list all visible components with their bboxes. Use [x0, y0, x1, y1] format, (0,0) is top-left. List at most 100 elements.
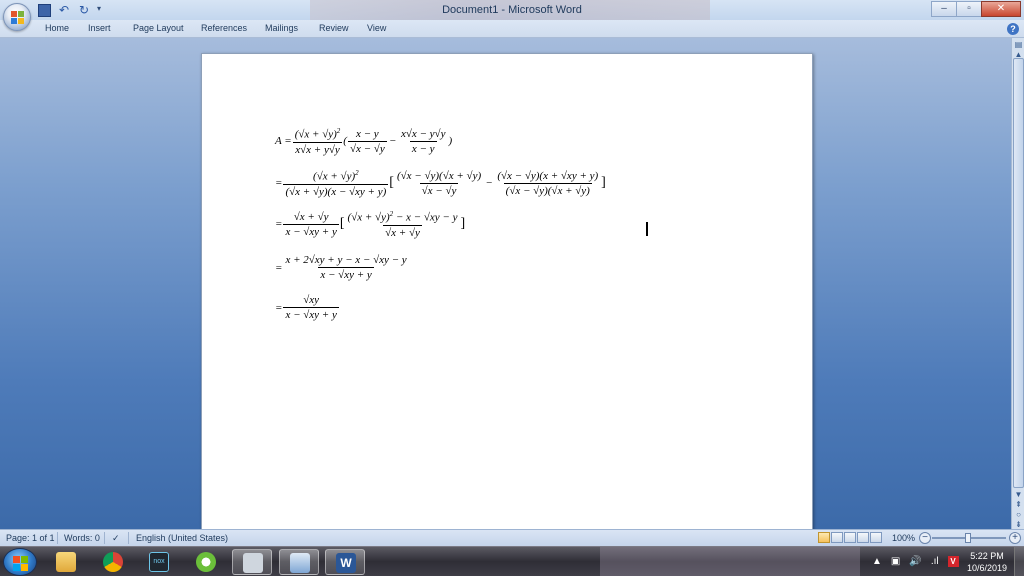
network-signal-icon[interactable]: .ıl [931, 556, 939, 567]
equals-sign: = [275, 301, 283, 314]
bracket-close: ] [460, 216, 466, 232]
zoom-slider-thumb[interactable] [965, 533, 971, 543]
mathtype-icon [243, 553, 263, 573]
taskbar-nox[interactable]: nox [139, 549, 179, 575]
tab-page-layout[interactable]: Page Layout [133, 23, 184, 33]
exponent: 2 [355, 169, 359, 177]
taskbar-background [600, 547, 860, 576]
taskbar-app-green[interactable] [186, 549, 226, 575]
document-workspace: A = (√x + √y)2 x√x + y√y ( x − y √x − √y… [0, 38, 1011, 529]
help-icon[interactable]: ? [1007, 23, 1019, 35]
system-clock[interactable]: 5:22 PM 10/6/2019 [962, 550, 1012, 574]
page-count[interactable]: Page: 1 of 1 [6, 533, 55, 543]
system-tray: ▲ ▣ 🔊 .ıl V [872, 556, 959, 567]
equation-line-1: A = (√x + √y)2 x√x + y√y ( x − y √x − √y… [275, 127, 452, 156]
proofing-icon[interactable]: ✓ [112, 533, 120, 544]
undo-icon[interactable]: ↶ [57, 3, 71, 17]
maximize-button[interactable]: ▫ [956, 1, 982, 17]
denominator: (√x − √y)(√x + √y) [503, 182, 592, 197]
paren-close: ) [448, 135, 453, 148]
numerator: x − y [356, 127, 379, 140]
tab-references[interactable]: References [201, 23, 247, 33]
tab-insert[interactable]: Insert [88, 23, 111, 33]
zoom-level[interactable]: 100% [892, 533, 915, 543]
minus-sign: − [486, 177, 493, 190]
divider [104, 532, 105, 544]
equals-sign: = [275, 261, 283, 274]
zoom-out-button[interactable]: − [919, 532, 931, 544]
taskbar-mathtype[interactable] [232, 549, 272, 575]
browse-object-icon[interactable]: ○ [1013, 510, 1024, 520]
minus-sign: − [389, 135, 396, 148]
denominator: x − √xy + y [318, 267, 374, 281]
ribbon-tabs: Home Insert Page Layout References Maili… [0, 20, 1024, 38]
fraction: √x + √y x − √xy + y [283, 211, 339, 238]
tab-home[interactable]: Home [45, 23, 69, 33]
denominator: x√x + y√y [293, 141, 342, 156]
previous-page-icon[interactable]: ⇞ [1013, 500, 1024, 510]
numerator-tail: − x − √xy − y [393, 211, 458, 224]
taskbar-word[interactable]: W [325, 549, 365, 575]
taskbar-window-switcher[interactable] [279, 549, 319, 575]
fraction: (√x + √y)2 (√x + √y)(x − √xy + y) [283, 169, 389, 198]
vertical-scrollbar[interactable]: ▤ ▲ ▼ ⇞ ○ ⇟ [1011, 38, 1024, 529]
taskbar: nox W ▲ ▣ 🔊 .ıl V 5:22 PM 10/6/2019 [0, 546, 1024, 576]
outline-view-icon[interactable] [857, 532, 869, 543]
denominator: √x − √y [347, 140, 387, 155]
taskbar-chrome[interactable] [93, 549, 133, 575]
fraction: x − y √x − √y [347, 127, 387, 155]
word-icon: W [336, 553, 356, 573]
paren-open: ( [343, 135, 347, 148]
draft-view-icon[interactable] [870, 532, 882, 543]
volume-icon[interactable]: 🔊 [909, 556, 921, 567]
fraction: (√x − √y)(x + √xy + y) (√x − √y)(√x + √y… [495, 170, 600, 197]
window-title: Document1 - Microsoft Word [442, 4, 582, 16]
language-indicator[interactable]: English (United States) [136, 533, 228, 543]
tab-mailings[interactable]: Mailings [265, 23, 298, 33]
office-button[interactable] [3, 3, 31, 31]
scroll-down-icon[interactable]: ▼ [1013, 490, 1024, 500]
fraction: (√x − √y)(√x + √y) √x − √y [395, 170, 483, 197]
fraction: x + 2√xy + y − x − √xy − y x − √xy + y [283, 254, 408, 281]
tab-review[interactable]: Review [319, 23, 349, 33]
web-layout-view-icon[interactable] [844, 532, 856, 543]
print-layout-view-icon[interactable] [818, 532, 830, 543]
numerator: √xy [303, 294, 320, 306]
quick-access-toolbar: ↶ ↻ ▾ [38, 3, 105, 17]
equals-sign: = [275, 218, 283, 231]
tray-device-icon[interactable]: ▣ [891, 556, 900, 567]
scroll-thumb[interactable] [1013, 58, 1024, 488]
numerator: (√x − √y)(x + √xy + y) [497, 169, 599, 182]
equation-line-4: = x + 2√xy + y − x − √xy − y x − √xy + y [275, 254, 410, 281]
numerator: x + 2√xy + y − x − √xy − y [285, 254, 407, 266]
denominator: x − √xy + y [283, 307, 339, 321]
zoom-in-button[interactable]: + [1009, 532, 1021, 544]
antivirus-icon[interactable]: V [947, 556, 959, 567]
redo-icon[interactable]: ↻ [77, 3, 91, 17]
tab-view[interactable]: View [367, 23, 386, 33]
equation-line-2: = (√x + √y)2 (√x + √y)(x − √xy + y) [ (√… [275, 169, 606, 198]
customize-toolbar-icon[interactable]: ▾ [97, 4, 105, 17]
denominator: x − y [409, 140, 437, 155]
tray-expand-icon[interactable]: ▲ [872, 556, 882, 567]
bracket-open: [ [389, 175, 394, 191]
ruler-toggle-icon[interactable]: ▤ [1013, 40, 1024, 50]
office-logo-icon [11, 11, 25, 25]
close-button[interactable]: ✕ [981, 1, 1021, 17]
minimize-button[interactable]: – [931, 1, 957, 17]
nox-icon: nox [149, 552, 169, 572]
start-button[interactable] [3, 548, 37, 576]
taskbar-explorer[interactable] [46, 549, 86, 575]
denominator: √x + √y [383, 224, 422, 239]
folder-icon [56, 552, 76, 572]
bracket-open: [ [339, 216, 345, 232]
full-screen-reading-view-icon[interactable] [831, 532, 843, 543]
clock-time: 5:22 PM [970, 551, 1004, 561]
word-count[interactable]: Words: 0 [64, 533, 100, 543]
bracket-close: ] [601, 175, 606, 191]
show-desktop-button[interactable] [1014, 547, 1024, 576]
document-page[interactable]: A = (√x + √y)2 x√x + y√y ( x − y √x − √y… [201, 53, 813, 529]
save-icon[interactable] [38, 3, 51, 17]
equals-sign: = [275, 177, 283, 190]
app-icon [196, 552, 216, 572]
